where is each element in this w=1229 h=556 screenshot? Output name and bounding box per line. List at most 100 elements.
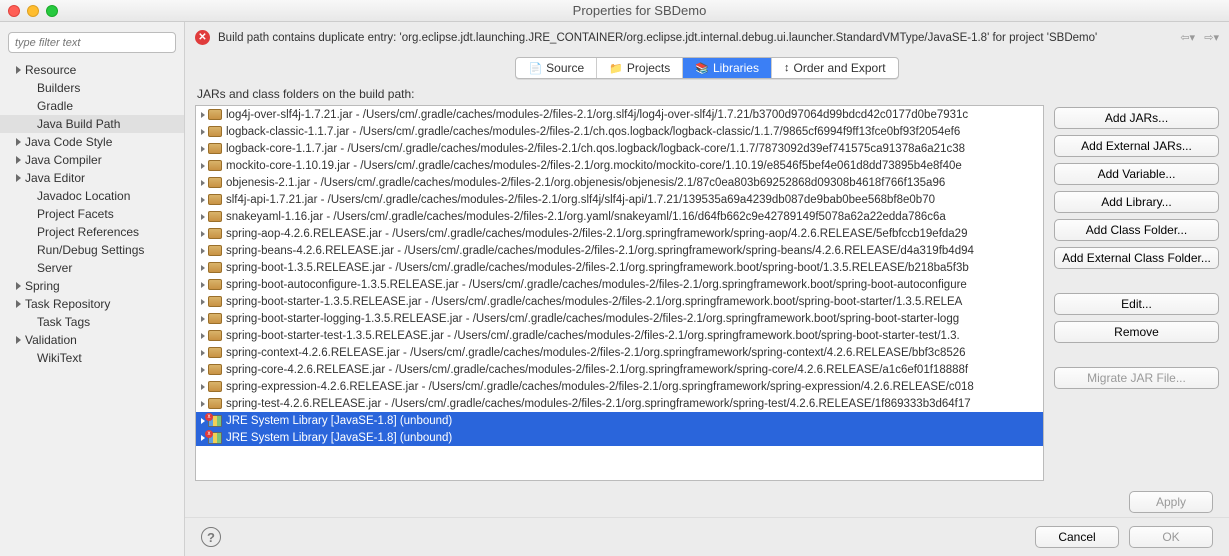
filter-wrapper [8,32,176,53]
sidebar-item-label: Java Build Path [37,117,120,131]
sidebar-item[interactable]: Project Facets [0,205,184,223]
jar-row[interactable]: spring-boot-autoconfigure-1.3.5.RELEASE.… [196,276,1043,293]
expand-icon[interactable] [16,174,21,182]
tab-order-and-export[interactable]: ↕Order and Export [772,58,898,78]
jar-row[interactable]: objenesis-2.1.jar - /Users/cm/.gradle/ca… [196,174,1043,191]
sidebar-item[interactable]: Task Repository [0,295,184,313]
tab-projects[interactable]: 📁Projects [597,58,683,78]
filter-input[interactable] [8,32,176,53]
sidebar-tree[interactable]: ResourceBuildersGradle Java Build Path Jav… [0,61,184,367]
jar-label: mockito-core-1.10.19.jar - /Users/cm/.gr… [226,160,962,172]
jar-row[interactable]: spring-core-4.2.6.RELEASE.jar - /Users/c… [196,361,1043,378]
add-library-button[interactable]: Add Library... [1054,191,1219,213]
expand-icon[interactable] [201,248,205,254]
expand-icon[interactable] [201,401,205,407]
add-external-class-folder-button[interactable]: Add External Class Folder... [1054,247,1219,269]
sidebar-item[interactable]: Java Editor [0,169,184,187]
sidebar-item-label: Spring [25,279,60,293]
expand-icon[interactable] [16,156,21,164]
sidebar-item[interactable]: WikiText [0,349,184,367]
spacer-icon [28,264,33,272]
sidebar-item[interactable]: Javadoc Location [0,187,184,205]
sidebar-item[interactable]: Resource [0,61,184,79]
sidebar-item[interactable]: Task Tags [0,313,184,331]
jar-row[interactable]: slf4j-api-1.7.21.jar - /Users/cm/.gradle… [196,191,1043,208]
jar-icon [208,313,222,324]
jar-row[interactable]: snakeyaml-1.16.jar - /Users/cm/.gradle/c… [196,208,1043,225]
add-jars-button[interactable]: Add JARs... [1054,107,1219,129]
jre-row[interactable]: xJRE System Library [JavaSE-1.8] (unboun… [196,429,1043,446]
jre-row[interactable]: xJRE System Library [JavaSE-1.8] (unboun… [196,412,1043,429]
sidebar-item[interactable]: Run/Debug Settings [0,241,184,259]
jar-icon [208,228,222,239]
expand-icon[interactable] [201,384,205,390]
sidebar-item-label: Java Compiler [25,153,102,167]
sidebar-item[interactable]: Project References [0,223,184,241]
jar-row[interactable]: mockito-core-1.10.19.jar - /Users/cm/.gr… [196,157,1043,174]
sidebar-item[interactable]: Java Compiler [0,151,184,169]
zoom-window-button[interactable] [46,5,58,17]
close-window-button[interactable] [8,5,20,17]
jar-row[interactable]: spring-beans-4.2.6.RELEASE.jar - /Users/… [196,242,1043,259]
expand-icon[interactable] [201,112,205,118]
expand-icon[interactable] [16,138,21,146]
add-variable-button[interactable]: Add Variable... [1054,163,1219,185]
tab-source[interactable]: 📄Source [516,58,597,78]
jar-row[interactable]: spring-expression-4.2.6.RELEASE.jar - /U… [196,378,1043,395]
jar-list[interactable]: log4j-over-slf4j-1.7.21.jar - /Users/cm/… [195,105,1044,481]
jar-label: spring-core-4.2.6.RELEASE.jar - /Users/c… [226,364,968,376]
sidebar-item[interactable]: Gradle [0,97,184,115]
add-external-jars-button[interactable]: Add External JARs... [1054,135,1219,157]
jar-row[interactable]: spring-boot-starter-1.3.5.RELEASE.jar - … [196,293,1043,310]
tab-libraries[interactable]: 📚Libraries [683,58,772,78]
jar-row[interactable]: logback-classic-1.1.7.jar - /Users/cm/.g… [196,123,1043,140]
spacer-icon [28,210,33,218]
apply-row: Apply [185,487,1229,517]
expand-icon[interactable] [201,316,205,322]
jar-row[interactable]: spring-aop-4.2.6.RELEASE.jar - /Users/cm… [196,225,1043,242]
sidebar-item[interactable]: Java Code Style [0,133,184,151]
jar-row[interactable]: spring-test-4.2.6.RELEASE.jar - /Users/c… [196,395,1043,412]
expand-icon[interactable] [16,300,21,308]
expand-icon[interactable] [16,66,21,74]
cancel-button[interactable]: Cancel [1035,526,1119,548]
jar-row[interactable]: logback-core-1.1.7.jar - /Users/cm/.grad… [196,140,1043,157]
expand-icon[interactable] [201,367,205,373]
add-class-folder-button[interactable]: Add Class Folder... [1054,219,1219,241]
jar-row[interactable]: spring-context-4.2.6.RELEASE.jar - /User… [196,344,1043,361]
jar-icon [208,296,222,307]
expand-icon[interactable] [201,146,205,152]
sidebar-item[interactable]: Validation [0,331,184,349]
expand-icon[interactable] [201,282,205,288]
sidebar-item[interactable]: Builders [0,79,184,97]
nav-arrows[interactable]: ⇦▾ ⇨▾ [1180,31,1219,44]
jar-row[interactable]: spring-boot-starter-test-1.3.5.RELEASE.j… [196,327,1043,344]
expand-icon[interactable] [16,282,21,290]
jar-icon [208,143,222,154]
tab-bar: 📄Source📁Projects📚Libraries↕Order and Exp… [515,57,898,79]
sidebar-item[interactable]: Spring [0,277,184,295]
jre-label: JRE System Library [JavaSE-1.8] (unbound… [226,432,452,444]
sidebar-item[interactable]: Server [0,259,184,277]
expand-icon[interactable] [201,231,205,237]
expand-icon[interactable] [201,265,205,271]
expand-icon[interactable] [201,299,205,305]
expand-icon[interactable] [201,350,205,356]
jar-icon [208,211,222,222]
jar-icon [208,194,222,205]
expand-icon[interactable] [201,180,205,186]
expand-icon[interactable] [201,129,205,135]
jar-row[interactable]: spring-boot-1.3.5.RELEASE.jar - /Users/c… [196,259,1043,276]
expand-icon[interactable] [16,336,21,344]
expand-icon[interactable] [201,197,205,203]
edit-button[interactable]: Edit... [1054,293,1219,315]
minimize-window-button[interactable] [27,5,39,17]
expand-icon[interactable] [201,333,205,339]
help-icon[interactable]: ? [201,527,221,547]
expand-icon[interactable] [201,163,205,169]
sidebar-item[interactable]: Java Build Path [0,115,184,133]
jar-row[interactable]: log4j-over-slf4j-1.7.21.jar - /Users/cm/… [196,106,1043,123]
jar-row[interactable]: spring-boot-starter-logging-1.3.5.RELEAS… [196,310,1043,327]
remove-button[interactable]: Remove [1054,321,1219,343]
expand-icon[interactable] [201,214,205,220]
